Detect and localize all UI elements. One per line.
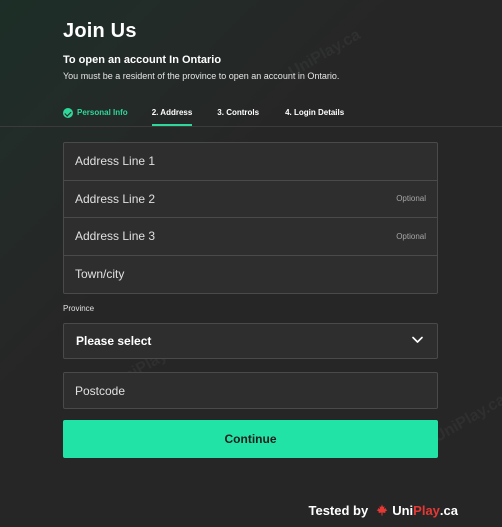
- optional-hint: Optional: [396, 194, 426, 204]
- province-selected-value: Please select: [76, 334, 152, 348]
- page-header: Join Us To open an account In Ontario Yo…: [63, 18, 483, 81]
- step-label: 2. Address: [151, 108, 193, 117]
- step-personal-info[interactable]: Personal Info: [63, 106, 128, 126]
- brand-tld: .ca: [439, 502, 458, 518]
- residency-notice: You must be a resident of the province t…: [63, 71, 340, 81]
- step-login-details[interactable]: 4. Login Details: [285, 106, 344, 126]
- page-title: Join Us: [63, 20, 137, 42]
- field-placeholder: Postcode: [75, 383, 126, 398]
- chevron-down-icon: [412, 336, 423, 343]
- field-placeholder: Address Line 2: [75, 191, 156, 206]
- address-line-1-field[interactable]: Address Line 1: [64, 143, 437, 181]
- brand-play: Play: [413, 502, 440, 518]
- registration-stepper: Personal Info 2. Address 3. Controls 4. …: [63, 106, 344, 126]
- stepper-divider: [0, 126, 502, 127]
- page-subtitle: To open an account In Ontario: [63, 54, 222, 66]
- join-us-page: UniPlay.ca UniPlay.ca UniPlay.ca Join Us…: [0, 0, 502, 527]
- postcode-field[interactable]: Postcode: [63, 372, 438, 409]
- province-select[interactable]: Please select: [63, 323, 438, 359]
- step-label: 4. Login Details: [285, 108, 345, 117]
- maple-leaf-icon: [376, 504, 388, 516]
- optional-hint: Optional: [396, 231, 426, 241]
- province-label: Province: [63, 304, 95, 313]
- step-label: Personal Info: [77, 108, 128, 117]
- tested-by-badge: Tested by Uni Play .ca: [309, 501, 459, 519]
- step-label: 3. Controls: [217, 108, 260, 117]
- town-city-field[interactable]: Town/city: [64, 256, 437, 294]
- field-placeholder: Town/city: [75, 267, 125, 282]
- continue-button[interactable]: Continue: [63, 420, 438, 458]
- field-placeholder: Address Line 3: [75, 229, 156, 244]
- step-address[interactable]: 2. Address: [151, 106, 193, 126]
- watermark: UniPlay.ca: [431, 391, 502, 446]
- address-fields: Address Line 1 Address Line 2 Optional A…: [63, 142, 438, 294]
- address-line-2-field[interactable]: Address Line 2 Optional: [64, 181, 437, 218]
- check-circle-icon: [63, 108, 73, 118]
- brand-uni: Uni: [392, 502, 414, 518]
- step-controls[interactable]: 3. Controls: [217, 106, 259, 126]
- field-placeholder: Address Line 1: [75, 154, 156, 169]
- tested-by-label: Tested by: [308, 502, 369, 518]
- address-line-3-field[interactable]: Address Line 3 Optional: [64, 218, 437, 256]
